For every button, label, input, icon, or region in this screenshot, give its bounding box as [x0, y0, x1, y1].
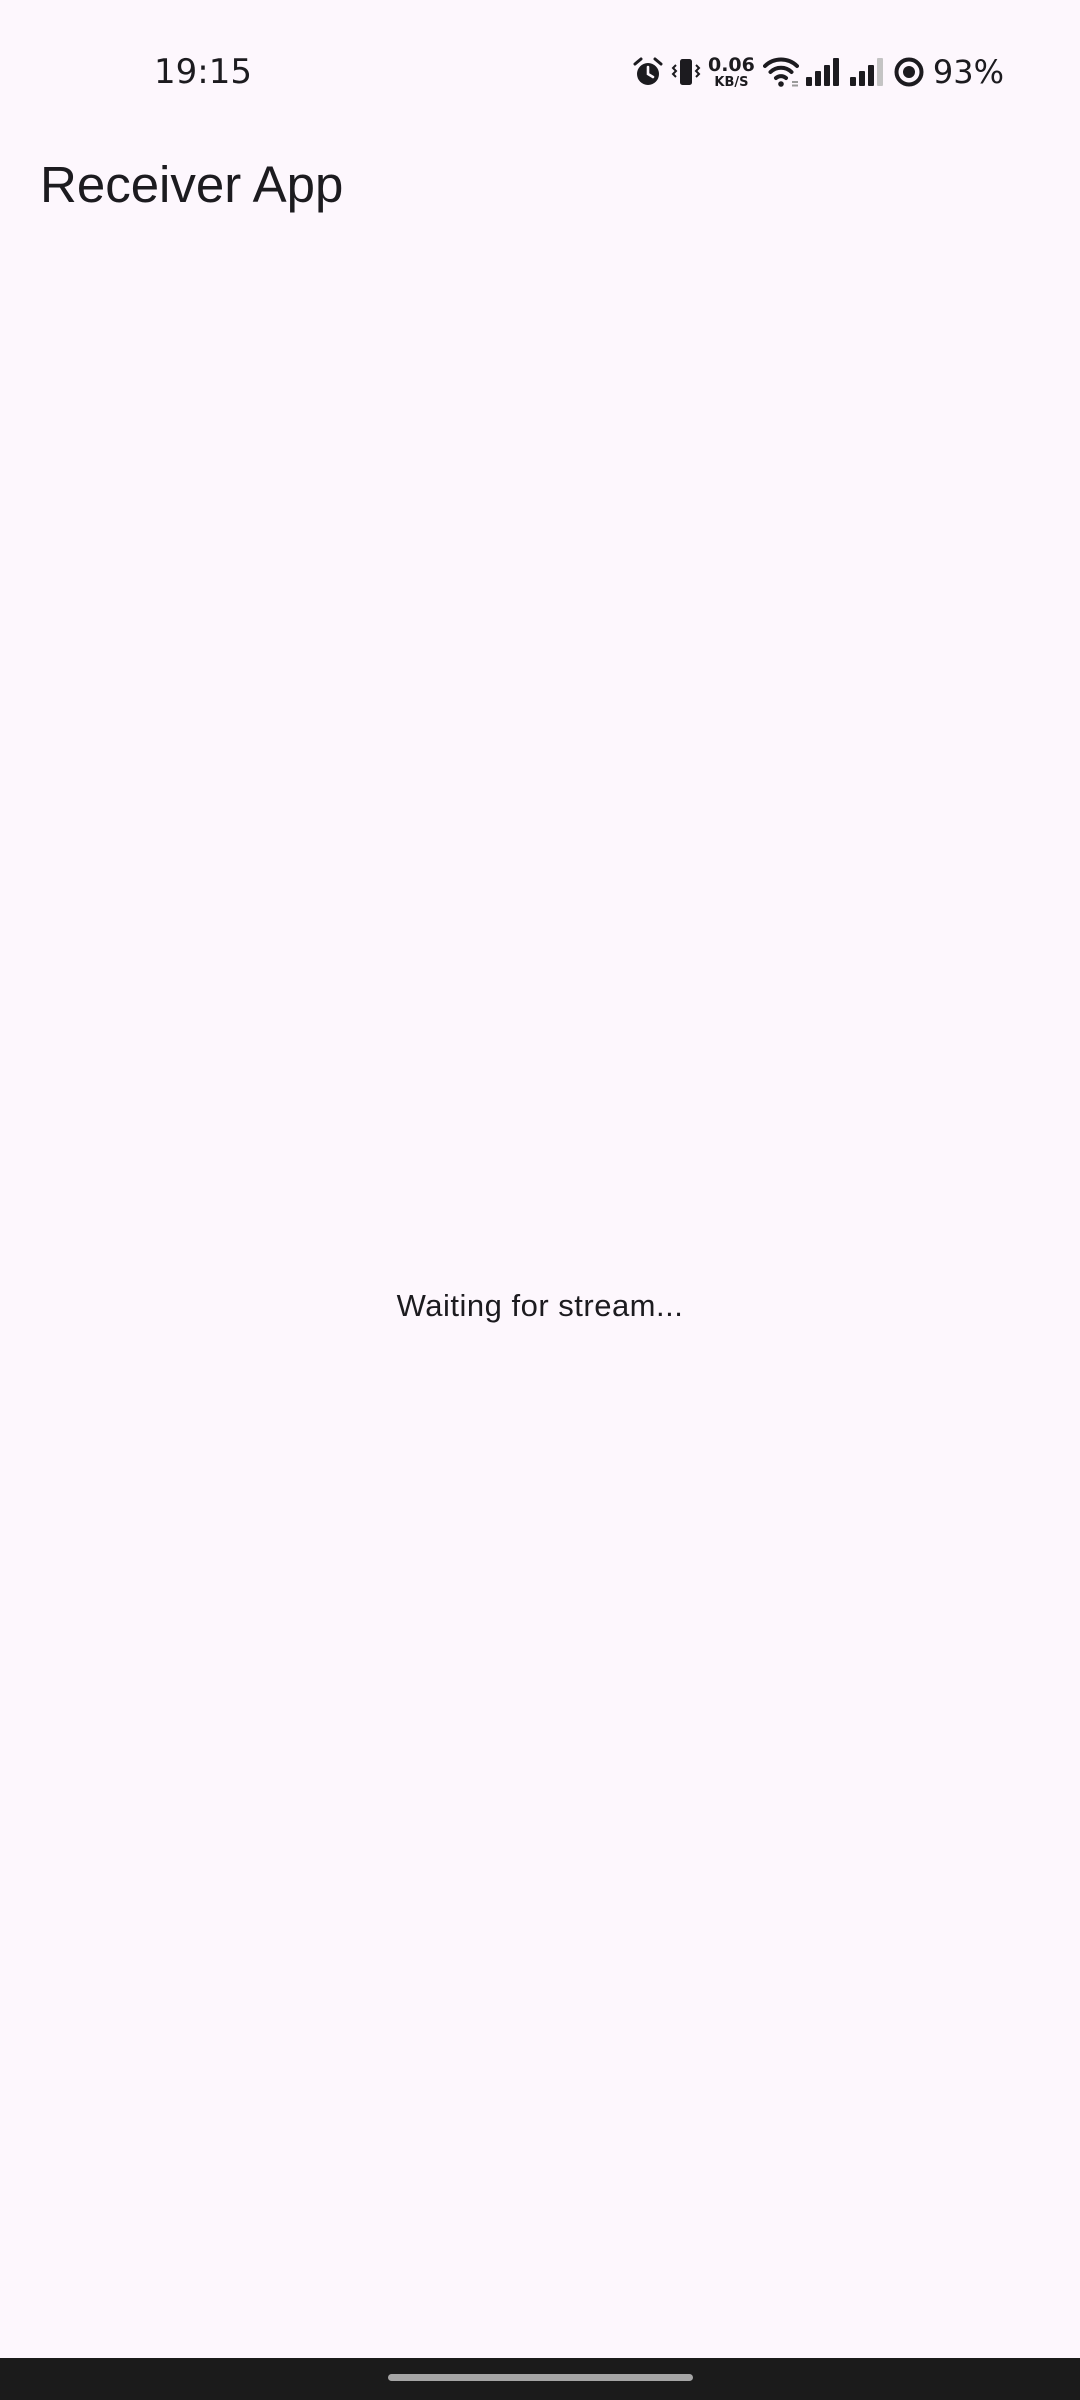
- status-time: 19:15: [154, 52, 252, 92]
- alarm-icon: [632, 56, 664, 88]
- status-bar: 19:15 0.06 KB/S 93%: [0, 0, 1080, 140]
- network-speed-unit: KB/S: [714, 74, 749, 90]
- signal-icon-sim2: [849, 57, 887, 87]
- battery-ring-icon: [893, 56, 925, 88]
- navigation-bar: [0, 2358, 1080, 2400]
- battery-percentage: 93%: [932, 53, 1004, 91]
- wifi-icon: [762, 56, 799, 88]
- vibrate-icon: [670, 56, 702, 88]
- signal-icon-sim1: [805, 57, 843, 87]
- gesture-handle[interactable]: [388, 2374, 693, 2381]
- app-bar: Receiver App: [0, 140, 1080, 236]
- network-speed-value: 0.06: [707, 53, 755, 76]
- network-speed: 0.06 KB/S: [707, 53, 755, 90]
- stream-status-message: Waiting for stream...: [396, 1288, 684, 1323]
- app-title: Receiver App: [40, 156, 344, 213]
- main-content: Waiting for stream...: [0, 236, 1080, 2360]
- status-icons: 0.06 KB/S 93%: [632, 50, 1004, 94]
